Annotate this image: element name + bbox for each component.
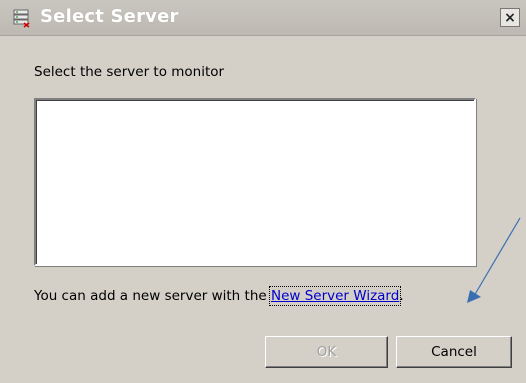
ok-button[interactable]: OK bbox=[265, 336, 388, 368]
dialog-title: Select Server bbox=[40, 6, 179, 27]
cancel-button[interactable]: Cancel bbox=[396, 336, 512, 368]
cancel-button-label: Cancel bbox=[431, 344, 477, 360]
close-icon: × bbox=[504, 9, 516, 26]
select-server-dialog: Select Server × Select the server to mon… bbox=[0, 0, 526, 383]
title-bar[interactable]: Select Server × bbox=[0, 0, 526, 36]
close-button[interactable]: × bbox=[500, 8, 520, 27]
ok-button-label: OK bbox=[316, 344, 337, 360]
hint-prefix: You can add a new server with the bbox=[34, 288, 271, 304]
server-icon bbox=[12, 8, 32, 28]
new-server-wizard-link[interactable]: New Server Wizard bbox=[268, 286, 402, 306]
server-prompt-label: Select the server to monitor bbox=[34, 64, 225, 80]
new-server-hint: You can add a new server with the New Se… bbox=[34, 286, 404, 306]
hint-suffix: . bbox=[399, 288, 404, 304]
server-listbox[interactable] bbox=[34, 98, 476, 266]
